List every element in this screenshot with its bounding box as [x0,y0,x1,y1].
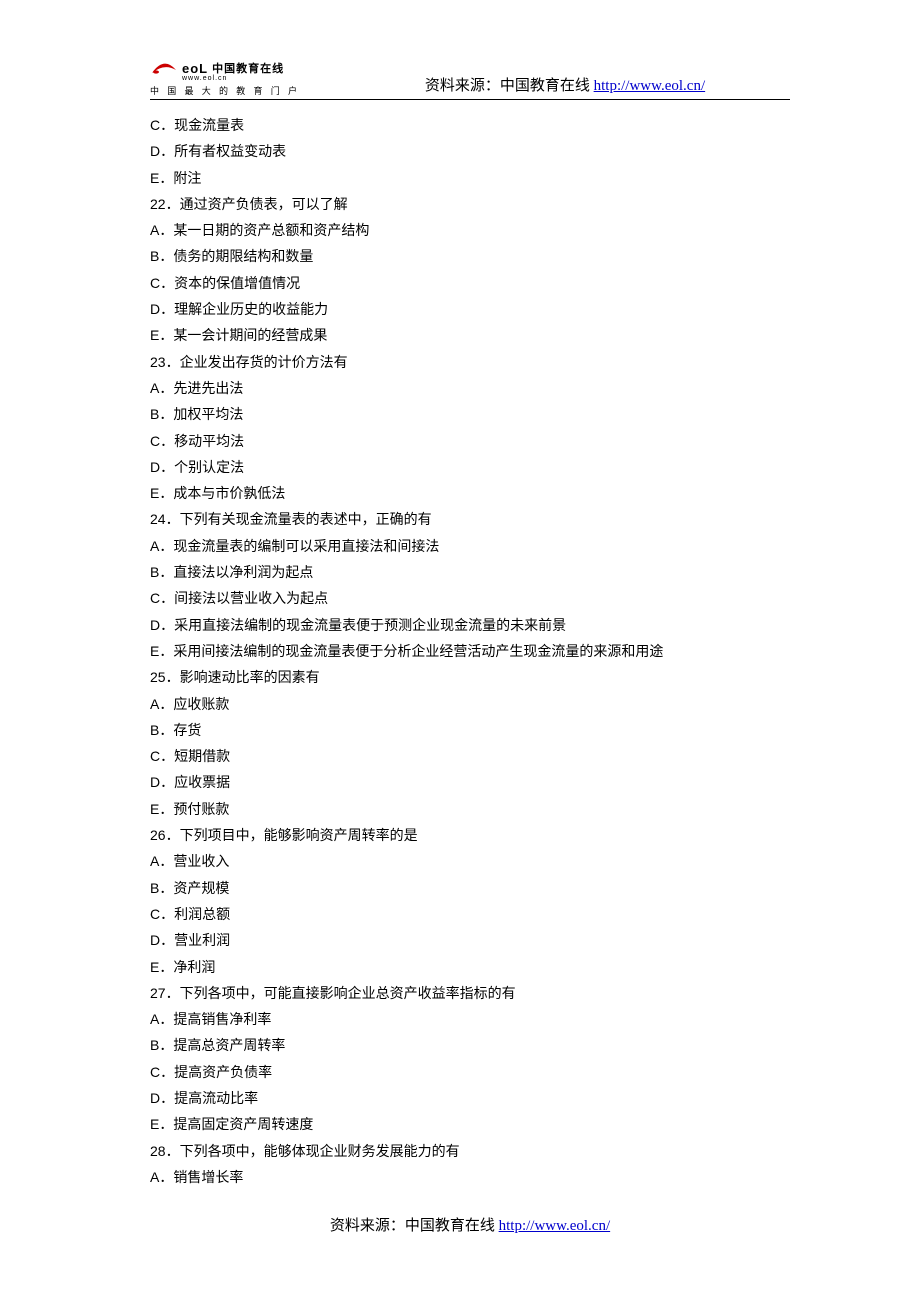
text-line: C．提高资产负债率 [150,1065,790,1079]
logo-swoosh-icon [150,60,178,76]
text-line: E．成本与市价孰低法 [150,486,790,500]
text-line: 23．企业发出存货的计价方法有 [150,355,790,369]
text-line: E．提高固定资产周转速度 [150,1117,790,1131]
logo-cn-text: 中国教育在线 [212,60,284,76]
text-line: B．债务的期限结构和数量 [150,249,790,263]
text-line: C．资本的保值增值情况 [150,276,790,290]
text-line: B．加权平均法 [150,407,790,421]
text-line: E．附注 [150,171,790,185]
site-logo: eoL 中国教育在线 www.eol.cn 中 国 最 大 的 教 育 门 户 [150,60,300,97]
logo-url-text: www.eol.cn [182,75,300,82]
logo-top-row: eoL 中国教育在线 [150,60,300,76]
text-line: A．现金流量表的编制可以采用直接法和间接法 [150,539,790,553]
text-line: E．预付账款 [150,802,790,816]
text-line: C．利润总额 [150,907,790,921]
footer-prefix: 资料来源：中国教育在线 [330,1218,499,1234]
logo-subtitle: 中 国 最 大 的 教 育 门 户 [150,84,300,97]
text-line: B．提高总资产周转率 [150,1038,790,1052]
page-header: eoL 中国教育在线 www.eol.cn 中 国 最 大 的 教 育 门 户 … [150,60,790,100]
text-line: 27．下列各项中，可能直接影响企业总资产收益率指标的有 [150,986,790,1000]
text-line: 26．下列项目中，能够影响资产周转率的是 [150,828,790,842]
text-line: B．资产规模 [150,881,790,895]
footer-link[interactable]: http://www.eol.cn/ [499,1218,611,1234]
text-line: A．营业收入 [150,854,790,868]
text-line: 25．影响速动比率的因素有 [150,670,790,684]
text-line: D．采用直接法编制的现金流量表便于预测企业现金流量的未来前景 [150,618,790,632]
text-line: C．间接法以营业收入为起点 [150,591,790,605]
text-line: C．移动平均法 [150,434,790,448]
text-line: D．个别认定法 [150,460,790,474]
text-line: 22．通过资产负债表，可以了解 [150,197,790,211]
text-line: A．先进先出法 [150,381,790,395]
text-line: E．某一会计期间的经营成果 [150,328,790,342]
header-prefix: 资料来源：中国教育在线 [425,78,594,94]
header-source-text: 资料来源：中国教育在线 http://www.eol.cn/ [340,74,790,97]
text-line: A．销售增长率 [150,1170,790,1184]
text-line: C．现金流量表 [150,118,790,132]
text-line: D．营业利润 [150,933,790,947]
text-line: E．净利润 [150,960,790,974]
question-content: C．现金流量表 D．所有者权益变动表 E．附注 22．通过资产负债表，可以了解 A．某一… [150,118,790,1184]
text-line: 24．下列有关现金流量表的表述中，正确的有 [150,512,790,526]
page: eoL 中国教育在线 www.eol.cn 中 国 最 大 的 教 育 门 户 … [0,0,920,1295]
text-line: B．直接法以净利润为起点 [150,565,790,579]
text-line: C．短期借款 [150,749,790,763]
text-line: A．提高销售净利率 [150,1012,790,1026]
text-line: A．某一日期的资产总额和资产结构 [150,223,790,237]
logo-eol-text: eoL [182,61,208,76]
page-footer: 资料来源：中国教育在线 http://www.eol.cn/ [150,1214,790,1235]
text-line: B．存货 [150,723,790,737]
text-line: D．理解企业历史的收益能力 [150,302,790,316]
text-line: A．应收账款 [150,697,790,711]
text-line: 28．下列各项中，能够体现企业财务发展能力的有 [150,1144,790,1158]
header-link[interactable]: http://www.eol.cn/ [594,78,706,94]
text-line: D．所有者权益变动表 [150,144,790,158]
text-line: D．应收票据 [150,775,790,789]
text-line: E．采用间接法编制的现金流量表便于分析企业经营活动产生现金流量的来源和用途 [150,644,790,658]
text-line: D．提高流动比率 [150,1091,790,1105]
